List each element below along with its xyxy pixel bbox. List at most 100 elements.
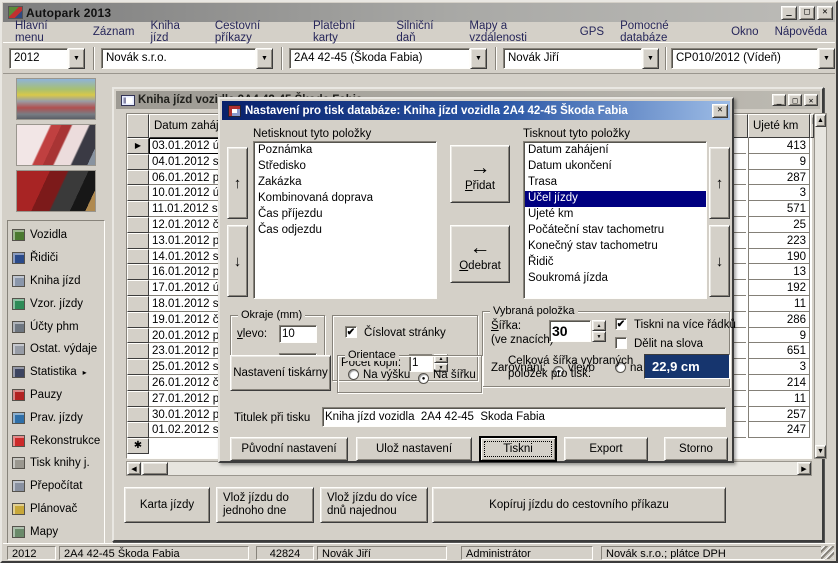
- sidebar-item[interactable]: Mapy: [12, 520, 104, 543]
- vehicle-filter-combo[interactable]: 2A4 42-45 (Škoda Fabia) ▼: [289, 48, 487, 69]
- chevron-down-icon[interactable]: ▼: [256, 48, 273, 69]
- print-button[interactable]: Tiskni: [480, 437, 556, 461]
- list-item[interactable]: Datum zahájení: [525, 143, 706, 159]
- trip-card-button[interactable]: Karta jízdy: [124, 487, 210, 523]
- year-filter-combo[interactable]: 2012 ▼: [9, 48, 85, 69]
- excluded-items-listbox[interactable]: PoznámkaStřediskoZakázkaKombinovaná dopr…: [253, 141, 437, 299]
- km-cell[interactable]: 286: [748, 312, 810, 328]
- close-icon[interactable]: ✕: [817, 6, 833, 20]
- km-cell[interactable]: 25: [748, 217, 810, 233]
- row-selector-cell[interactable]: ▶: [127, 138, 149, 154]
- landscape-radio[interactable]: ●Na šířku: [418, 369, 476, 384]
- insert-one-day-button[interactable]: Vlož jízdu do jednoho dne: [216, 487, 314, 523]
- list-item[interactable]: Počáteční stav tachometru: [525, 223, 706, 239]
- chevron-down-icon[interactable]: ▼: [470, 48, 487, 69]
- sidebar-item[interactable]: Vzor. jízdy: [12, 292, 104, 315]
- menu-item[interactable]: Cestovní příkazy: [207, 18, 305, 47]
- menu-item[interactable]: Silniční daň: [388, 18, 461, 47]
- list-item[interactable]: Zakázka: [255, 175, 436, 191]
- km-cell[interactable]: 214: [748, 375, 810, 391]
- km-cell[interactable]: 9: [748, 154, 810, 170]
- list-item[interactable]: Datum ukončení: [525, 159, 706, 175]
- printed-items-listbox[interactable]: Datum zahájeníDatum ukončeníTrasaÚčel jí…: [523, 141, 707, 299]
- km-cell[interactable]: 257: [748, 407, 810, 423]
- menu-item[interactable]: Nápověda: [767, 24, 835, 41]
- move-down-icon[interactable]: ↓: [227, 225, 248, 297]
- maximize-icon[interactable]: □: [788, 94, 802, 106]
- split-words-checkbox[interactable]: [615, 337, 627, 349]
- menu-item[interactable]: Platební karty: [305, 18, 388, 47]
- row-selector-cell[interactable]: [127, 375, 149, 391]
- sidebar-item[interactable]: Plánovač: [12, 498, 104, 521]
- row-selector-cell[interactable]: [127, 264, 149, 280]
- export-button[interactable]: Export: [564, 437, 648, 461]
- list-item[interactable]: Středisko: [255, 159, 436, 175]
- spinner-up-icon[interactable]: ▲: [592, 320, 606, 331]
- list-item[interactable]: Kombinovaná doprava: [255, 191, 436, 207]
- maximize-icon[interactable]: □: [799, 6, 815, 20]
- menu-item[interactable]: Hlavní menu: [7, 18, 85, 47]
- portrait-radio[interactable]: Na výšku: [348, 369, 410, 381]
- row-selector-cell[interactable]: [127, 233, 149, 249]
- km-cell[interactable]: 571: [748, 201, 810, 217]
- resize-grip[interactable]: [821, 546, 834, 559]
- driver-filter-combo[interactable]: Novák Jiří ▼: [503, 48, 659, 69]
- close-icon[interactable]: ✕: [804, 94, 818, 106]
- km-column-header[interactable]: Ujeté km: [748, 114, 810, 138]
- km-cell[interactable]: 651: [748, 343, 810, 359]
- row-selector-cell[interactable]: [127, 280, 149, 296]
- minimize-icon[interactable]: _: [772, 94, 786, 106]
- row-selector-cell[interactable]: [127, 328, 149, 344]
- printer-setup-button[interactable]: Nastavení tiskárny: [230, 355, 331, 391]
- margin-left-input[interactable]: [279, 325, 317, 343]
- list-item[interactable]: Konečný stav tachometru: [525, 239, 706, 255]
- row-selector-cell[interactable]: [127, 391, 149, 407]
- row-selector-cell[interactable]: [127, 185, 149, 201]
- sidebar-item[interactable]: Ostat. výdaje: [12, 338, 104, 361]
- km-cell[interactable]: 413: [748, 138, 810, 154]
- row-selector-cell[interactable]: [127, 359, 149, 375]
- move-up-icon[interactable]: ↑: [227, 147, 248, 219]
- menu-item[interactable]: Kniha jízd: [142, 18, 206, 47]
- km-cell[interactable]: 9: [748, 328, 810, 344]
- sidebar-item[interactable]: Řidiči: [12, 247, 104, 270]
- km-cell[interactable]: 192: [748, 280, 810, 296]
- close-icon[interactable]: ✕: [712, 104, 728, 118]
- width-input[interactable]: [549, 320, 591, 342]
- spinner-down-icon[interactable]: ▼: [592, 331, 606, 342]
- company-filter-combo[interactable]: Novák s.r.o. ▼: [101, 48, 273, 69]
- sidebar-item[interactable]: Statistika ▸: [12, 361, 104, 384]
- list-item[interactable]: Trasa: [525, 175, 706, 191]
- sidebar-item[interactable]: Prav. jízdy: [12, 406, 104, 429]
- km-cell[interactable]: 13: [748, 264, 810, 280]
- minimize-icon[interactable]: _: [781, 6, 797, 20]
- row-selector-cell[interactable]: [127, 312, 149, 328]
- move-up-icon[interactable]: ↑: [709, 147, 730, 219]
- list-item[interactable]: Poznámka: [255, 143, 436, 159]
- menu-item[interactable]: Pomocné databáze: [612, 18, 723, 47]
- sidebar-item[interactable]: Účty phm: [12, 315, 104, 338]
- sidebar-item[interactable]: Pauzy: [12, 384, 104, 407]
- km-cell[interactable]: 223: [748, 233, 810, 249]
- scroll-down-icon[interactable]: ▼: [815, 445, 826, 458]
- trip-order-filter-combo[interactable]: CP010/2012 (Vídeň) ▼: [671, 48, 835, 69]
- save-settings-button[interactable]: Ulož nastavení: [356, 437, 472, 461]
- copy-to-trip-order-button[interactable]: Kopíruj jízdu do cestovního příkazu: [432, 487, 726, 523]
- km-cell[interactable]: 247: [748, 422, 810, 438]
- list-item[interactable]: Čas příjezdu: [255, 207, 436, 223]
- vertical-scrollbar[interactable]: ▲ ▼: [814, 113, 827, 459]
- list-item[interactable]: Soukromá jízda: [525, 271, 706, 287]
- sidebar-item[interactable]: Rekonstrukce: [12, 429, 104, 452]
- multiline-checkbox[interactable]: ✔: [615, 318, 627, 330]
- scroll-right-icon[interactable]: ▶: [797, 462, 811, 475]
- sidebar-item[interactable]: Přepočítat: [12, 475, 104, 498]
- add-button[interactable]: → Přidat: [450, 145, 510, 203]
- row-selector-cell[interactable]: [127, 217, 149, 233]
- row-selector-cell[interactable]: [127, 407, 149, 423]
- row-selector-cell[interactable]: [127, 170, 149, 186]
- row-selector-cell[interactable]: [127, 343, 149, 359]
- menu-item[interactable]: Okno: [723, 24, 767, 41]
- list-item[interactable]: Čas odjezdu: [255, 223, 436, 239]
- move-down-icon[interactable]: ↓: [709, 225, 730, 297]
- row-selector-cell[interactable]: [127, 201, 149, 217]
